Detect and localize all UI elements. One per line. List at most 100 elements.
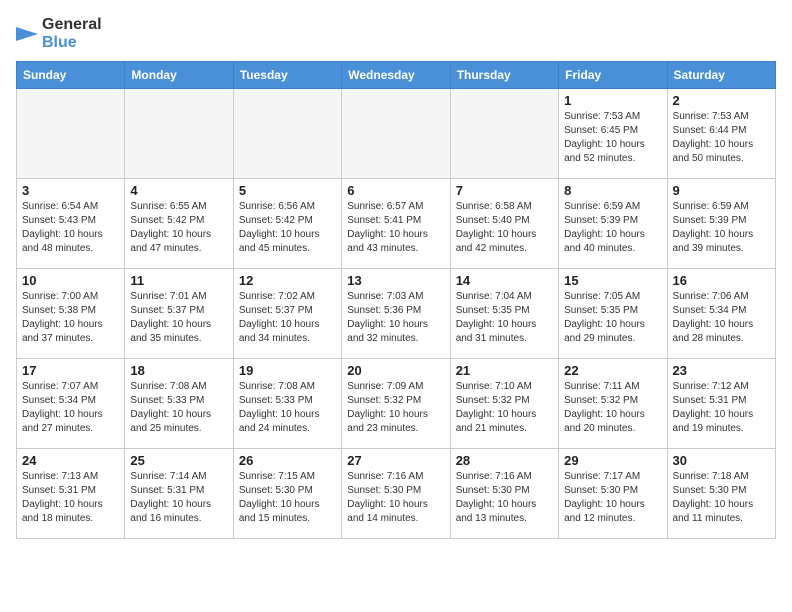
calendar-row: 1 Sunrise: 7:53 AM Sunset: 6:45 PM Daylig… (17, 89, 776, 179)
day-info: Sunrise: 7:17 AM Sunset: 5:30 PM Dayligh… (564, 470, 661, 526)
header-monday: Monday (125, 62, 233, 89)
day-info: Sunrise: 7:15 AM Sunset: 5:30 PM Dayligh… (239, 470, 336, 526)
day-number: 4 (130, 183, 227, 198)
calendar-cell (342, 89, 450, 179)
day-info: Sunrise: 7:08 AM Sunset: 5:33 PM Dayligh… (239, 380, 336, 436)
day-number: 14 (456, 273, 553, 288)
logo-arrow-icon (16, 19, 38, 49)
day-info: Sunrise: 7:16 AM Sunset: 5:30 PM Dayligh… (456, 470, 553, 526)
day-number: 26 (239, 453, 336, 468)
day-info: Sunrise: 6:57 AM Sunset: 5:41 PM Dayligh… (347, 200, 444, 256)
calendar-cell: 5 Sunrise: 6:56 AM Sunset: 5:42 PM Daylig… (233, 179, 341, 269)
day-info: Sunrise: 7:01 AM Sunset: 5:37 PM Dayligh… (130, 290, 227, 346)
day-info: Sunrise: 7:16 AM Sunset: 5:30 PM Dayligh… (347, 470, 444, 526)
calendar-cell: 9 Sunrise: 6:59 AM Sunset: 5:39 PM Daylig… (667, 179, 775, 269)
calendar-cell: 18 Sunrise: 7:08 AM Sunset: 5:33 PM Dayli… (125, 359, 233, 449)
day-number: 18 (130, 363, 227, 378)
calendar-cell: 11 Sunrise: 7:01 AM Sunset: 5:37 PM Dayli… (125, 269, 233, 359)
day-info: Sunrise: 7:00 AM Sunset: 5:38 PM Dayligh… (22, 290, 119, 346)
calendar-cell: 7 Sunrise: 6:58 AM Sunset: 5:40 PM Daylig… (450, 179, 558, 269)
day-number: 19 (239, 363, 336, 378)
calendar-cell (450, 89, 558, 179)
day-info: Sunrise: 7:04 AM Sunset: 5:35 PM Dayligh… (456, 290, 553, 346)
day-number: 11 (130, 273, 227, 288)
calendar-row: 17 Sunrise: 7:07 AM Sunset: 5:34 PM Dayli… (17, 359, 776, 449)
calendar-cell: 6 Sunrise: 6:57 AM Sunset: 5:41 PM Daylig… (342, 179, 450, 269)
calendar-cell: 3 Sunrise: 6:54 AM Sunset: 5:43 PM Daylig… (17, 179, 125, 269)
day-info: Sunrise: 6:54 AM Sunset: 5:43 PM Dayligh… (22, 200, 119, 256)
calendar-cell: 10 Sunrise: 7:00 AM Sunset: 5:38 PM Dayli… (17, 269, 125, 359)
calendar-table: SundayMondayTuesdayWednesdayThursdayFrid… (16, 61, 776, 539)
calendar-cell (233, 89, 341, 179)
calendar-cell: 19 Sunrise: 7:08 AM Sunset: 5:33 PM Dayli… (233, 359, 341, 449)
calendar-cell: 15Sunrise: 7:05 AM Sunset: 5:35 PM Dayli… (559, 269, 667, 359)
day-number: 17 (22, 363, 119, 378)
calendar-cell: 30 Sunrise: 7:18 AM Sunset: 5:30 PM Dayli… (667, 449, 775, 539)
calendar-cell: 14 Sunrise: 7:04 AM Sunset: 5:35 PM Dayli… (450, 269, 558, 359)
calendar-cell: 25 Sunrise: 7:14 AM Sunset: 5:31 PM Dayli… (125, 449, 233, 539)
calendar-cell: 2Sunrise: 7:53 AM Sunset: 6:44 PM Daylig… (667, 89, 775, 179)
day-number: 29 (564, 453, 661, 468)
calendar-cell: 20 Sunrise: 7:09 AM Sunset: 5:32 PM Dayli… (342, 359, 450, 449)
day-info: Sunrise: 6:56 AM Sunset: 5:42 PM Dayligh… (239, 200, 336, 256)
header-thursday: Thursday (450, 62, 558, 89)
day-info: Sunrise: 7:14 AM Sunset: 5:31 PM Dayligh… (130, 470, 227, 526)
day-info: Sunrise: 7:12 AM Sunset: 5:31 PM Dayligh… (673, 380, 770, 436)
day-info: Sunrise: 7:09 AM Sunset: 5:32 PM Dayligh… (347, 380, 444, 436)
header-wednesday: Wednesday (342, 62, 450, 89)
day-info: Sunrise: 7:13 AM Sunset: 5:31 PM Dayligh… (22, 470, 119, 526)
day-number: 25 (130, 453, 227, 468)
day-info: Sunrise: 7:10 AM Sunset: 5:32 PM Dayligh… (456, 380, 553, 436)
day-info: Sunrise: 6:58 AM Sunset: 5:40 PM Dayligh… (456, 200, 553, 256)
header-friday: Friday (559, 62, 667, 89)
calendar-cell: 27 Sunrise: 7:16 AM Sunset: 5:30 PM Dayli… (342, 449, 450, 539)
calendar-cell (17, 89, 125, 179)
day-number: 23 (673, 363, 770, 378)
calendar-cell: 26 Sunrise: 7:15 AM Sunset: 5:30 PM Dayli… (233, 449, 341, 539)
logo-general: General (42, 16, 102, 34)
day-number: 16 (673, 273, 770, 288)
page-header: GeneralBlue (16, 16, 776, 51)
day-number: 3 (22, 183, 119, 198)
day-number: 28 (456, 453, 553, 468)
day-info: Sunrise: 6:59 AM Sunset: 5:39 PM Dayligh… (673, 200, 770, 256)
calendar-cell: 1 Sunrise: 7:53 AM Sunset: 6:45 PM Daylig… (559, 89, 667, 179)
calendar-cell: 28 Sunrise: 7:16 AM Sunset: 5:30 PM Dayli… (450, 449, 558, 539)
day-number: 1 (564, 93, 661, 108)
day-info: Sunrise: 7:53 AM Sunset: 6:45 PM Dayligh… (564, 110, 661, 166)
day-number: 20 (347, 363, 444, 378)
day-info: Sunrise: 7:07 AM Sunset: 5:34 PM Dayligh… (22, 380, 119, 436)
day-info: Sunrise: 7:18 AM Sunset: 5:30 PM Dayligh… (673, 470, 770, 526)
day-info: Sunrise: 7:06 AM Sunset: 5:34 PM Dayligh… (673, 290, 770, 346)
calendar-cell: 12 Sunrise: 7:02 AM Sunset: 5:37 PM Dayli… (233, 269, 341, 359)
day-info: Sunrise: 7:08 AM Sunset: 5:33 PM Dayligh… (130, 380, 227, 436)
logo-blue: Blue (42, 34, 102, 52)
day-number: 12 (239, 273, 336, 288)
calendar-cell: 22Sunrise: 7:11 AM Sunset: 5:32 PM Dayli… (559, 359, 667, 449)
logo: GeneralBlue (16, 16, 102, 51)
calendar-cell: 21Sunrise: 7:10 AM Sunset: 5:32 PM Dayli… (450, 359, 558, 449)
day-number: 6 (347, 183, 444, 198)
day-number: 30 (673, 453, 770, 468)
day-number: 9 (673, 183, 770, 198)
header-tuesday: Tuesday (233, 62, 341, 89)
header-sunday: Sunday (17, 62, 125, 89)
day-number: 7 (456, 183, 553, 198)
calendar-cell: 13 Sunrise: 7:03 AM Sunset: 5:36 PM Dayli… (342, 269, 450, 359)
calendar-cell: 24 Sunrise: 7:13 AM Sunset: 5:31 PM Dayli… (17, 449, 125, 539)
calendar-cell: 29 Sunrise: 7:17 AM Sunset: 5:30 PM Dayli… (559, 449, 667, 539)
calendar-row: 24 Sunrise: 7:13 AM Sunset: 5:31 PM Dayli… (17, 449, 776, 539)
day-info: Sunrise: 6:59 AM Sunset: 5:39 PM Dayligh… (564, 200, 661, 256)
day-number: 15 (564, 273, 661, 288)
day-info: Sunrise: 7:02 AM Sunset: 5:37 PM Dayligh… (239, 290, 336, 346)
day-info: Sunrise: 7:53 AM Sunset: 6:44 PM Dayligh… (673, 110, 770, 166)
calendar-header-row: SundayMondayTuesdayWednesdayThursdayFrid… (17, 62, 776, 89)
calendar-cell: 8Sunrise: 6:59 AM Sunset: 5:39 PM Daylig… (559, 179, 667, 269)
day-number: 13 (347, 273, 444, 288)
day-number: 10 (22, 273, 119, 288)
calendar-cell (125, 89, 233, 179)
day-number: 24 (22, 453, 119, 468)
day-number: 5 (239, 183, 336, 198)
day-number: 27 (347, 453, 444, 468)
day-info: Sunrise: 7:03 AM Sunset: 5:36 PM Dayligh… (347, 290, 444, 346)
